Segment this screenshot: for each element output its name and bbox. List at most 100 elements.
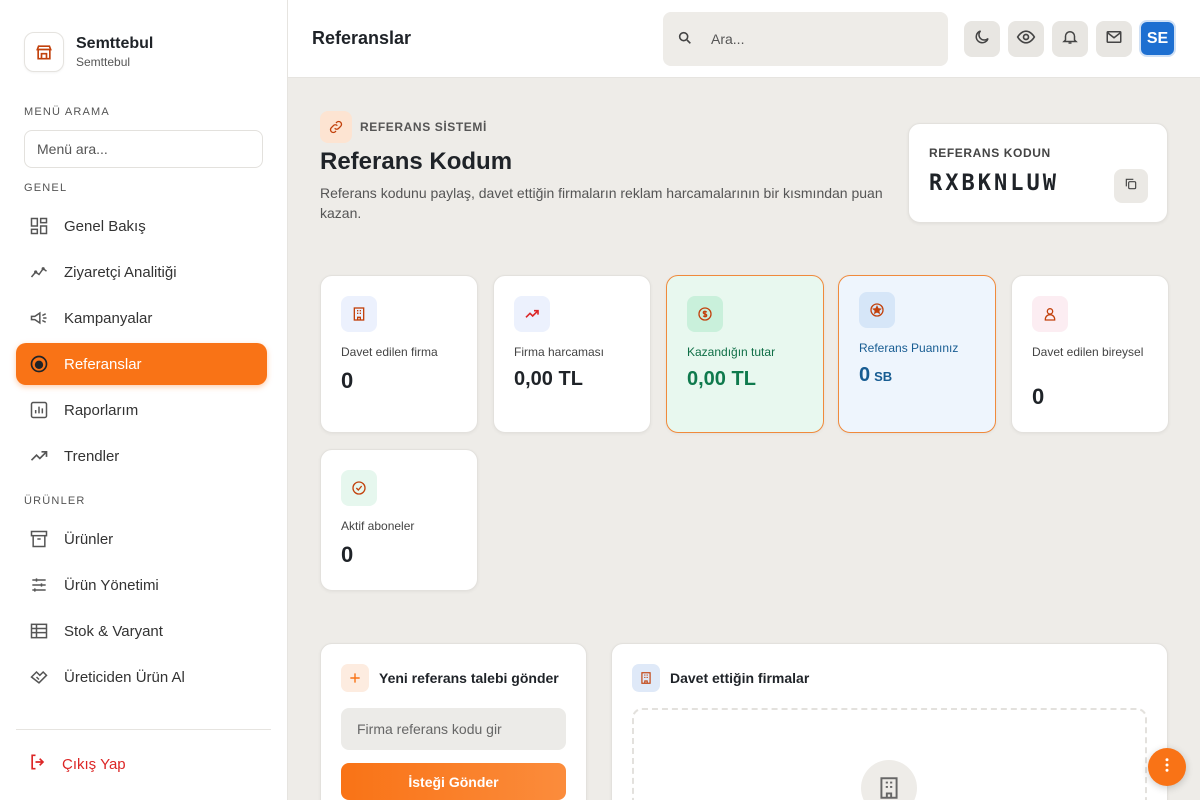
stat-label: Kazandığın tutar: [687, 345, 776, 359]
panel-title: Davet ettiğin firmalar: [670, 670, 810, 686]
trend-icon: [28, 445, 50, 467]
stat-label: Davet edilen bireysel: [1032, 345, 1144, 359]
sidebar-item-label: Stok & Varyant: [64, 622, 163, 640]
messages-button[interactable]: [1096, 21, 1132, 57]
logout-label: Çıkış Yap: [62, 755, 126, 773]
logout-button[interactable]: Çıkış Yap: [28, 752, 126, 776]
sidebar-item-ziyaretci-analitigi[interactable]: Ziyaretçi Analitiği: [16, 251, 267, 293]
panel-title: Yeni referans talebi gönder: [379, 670, 559, 686]
stat-card-invited-individuals: Davet edilen bireysel 0: [1011, 275, 1169, 433]
sidebar-item-referanslar[interactable]: Referanslar: [16, 343, 267, 385]
hero-badge: REFERANS SİSTEMİ: [320, 111, 487, 143]
sliders-icon: [28, 574, 50, 596]
sidebar: Semttebul Semttebul MENÜ ARAMA Menü ara.…: [0, 0, 288, 800]
building-icon: [341, 296, 377, 332]
stat-card-invited-firms: Davet edilen firma 0: [320, 275, 478, 433]
brand-subtitle: Semttebul: [76, 55, 131, 69]
stat-card-earned-amount: Kazandığın tutar 0,00 TL: [666, 275, 824, 433]
referral-code-card: REFERANS KODUN RXBKNLUW: [908, 123, 1168, 223]
store-icon: [24, 32, 64, 72]
stat-value-group: 0 SB: [859, 364, 892, 387]
stat-unit: SB: [874, 369, 893, 384]
stat-value: 0,00 TL: [687, 368, 756, 390]
user-icon: [1032, 296, 1068, 332]
bell-icon: [1061, 28, 1079, 51]
sidebar-item-label: Trendler: [64, 447, 120, 465]
sidebar-item-label: Ürünler: [64, 530, 114, 548]
building-icon: [632, 664, 660, 692]
section-label-products: ÜRÜNLER: [24, 495, 86, 507]
sidebar-item-label: Üreticiden Ürün Al: [64, 668, 185, 686]
section-label-general: GENEL: [24, 182, 68, 194]
sidebar-item-urunler[interactable]: Ürünler: [16, 518, 267, 560]
stat-card-referral-points: Referans Puanınız 0 SB: [838, 275, 996, 433]
brand[interactable]: Semttebul Semttebul: [24, 32, 153, 72]
sidebar-item-label: Referanslar: [64, 355, 142, 373]
building-icon: [861, 760, 917, 800]
copy-code-button[interactable]: [1114, 169, 1148, 203]
sidebar-divider: [16, 729, 271, 730]
stat-value: 0: [341, 368, 354, 393]
sidebar-item-raporlarim[interactable]: Raporlarım: [16, 389, 267, 431]
page-title: Referanslar: [312, 28, 412, 48]
top-header: Referanslar Ara... SE: [288, 0, 1200, 78]
search-placeholder: Ara...: [711, 31, 745, 47]
avatar[interactable]: SE: [1139, 20, 1176, 57]
sidebar-item-label: Kampanyalar: [64, 309, 153, 327]
moon-icon: [973, 28, 991, 51]
stat-label: Aktif aboneler: [341, 519, 415, 533]
stat-label: Referans Puanınız: [859, 341, 959, 355]
search-icon: [677, 30, 693, 49]
hero-description: Referans kodunu paylaş, davet ettiğin fi…: [320, 185, 883, 221]
hero-badge-text: REFERANS SİSTEMİ: [360, 120, 487, 134]
star-badge-icon: [859, 292, 895, 328]
sidebar-item-trendler[interactable]: Trendler: [16, 435, 267, 477]
stat-value: 0: [341, 542, 354, 567]
more-options-button[interactable]: [1148, 748, 1186, 786]
referral-code-value: RXBKNLUW: [929, 171, 1059, 196]
stat-label: Firma harcaması: [514, 345, 605, 359]
notifications-button[interactable]: [1052, 21, 1088, 57]
link-icon: [320, 111, 352, 143]
mail-icon: [1105, 28, 1123, 51]
sidebar-item-stok-varyant[interactable]: Stok & Varyant: [16, 610, 267, 652]
sidebar-item-kampanyalar[interactable]: Kampanyalar: [16, 297, 267, 339]
panel-header: Yeni referans talebi gönder: [341, 664, 559, 692]
dollar-coin-icon: [687, 296, 723, 332]
eye-icon: [1016, 27, 1036, 52]
hero-title: Referans Kodum: [320, 148, 513, 175]
stat-card-firm-spend: Firma harcaması 0,00 TL: [493, 275, 651, 433]
table-icon: [28, 620, 50, 642]
referral-icon: [28, 353, 50, 375]
menu-search-input[interactable]: Menü ara...: [24, 130, 263, 168]
visibility-button[interactable]: [1008, 21, 1044, 57]
send-request-button[interactable]: İsteği Gönder: [341, 763, 566, 800]
invited-firms-panel: Davet ettiğin firmalar: [611, 643, 1168, 800]
sidebar-item-ureticiden-urun-al[interactable]: Üreticiden Ürün Al: [16, 656, 267, 698]
analytics-icon: [28, 261, 50, 283]
sidebar-item-genel-bakis[interactable]: Genel Bakış: [16, 205, 267, 247]
copy-icon: [1124, 177, 1138, 196]
plus-icon: [341, 664, 369, 692]
stat-value: 0: [859, 364, 871, 386]
stat-value: 0,00 TL: [514, 368, 583, 390]
theme-toggle-button[interactable]: [964, 21, 1000, 57]
empty-state: [632, 708, 1147, 800]
sidebar-item-label: Genel Bakış: [64, 217, 146, 235]
sidebar-item-urun-yonetimi[interactable]: Ürün Yönetimi: [16, 564, 267, 606]
firm-referral-code-input[interactable]: Firma referans kodu gir: [341, 708, 566, 750]
sidebar-item-label: Ürün Yönetimi: [64, 576, 159, 594]
brand-name: Semttebul: [76, 35, 154, 52]
check-circle-icon: [341, 470, 377, 506]
report-icon: [28, 399, 50, 421]
megaphone-icon: [28, 307, 50, 329]
dashboard-icon: [28, 215, 50, 237]
logout-icon: [28, 752, 48, 776]
more-vertical-icon: [1158, 756, 1176, 779]
panel-header: Davet ettiğin firmalar: [632, 664, 809, 692]
sidebar-item-label: Ziyaretçi Analitiği: [64, 263, 177, 281]
stat-label: Davet edilen firma: [341, 345, 438, 359]
menu-search-label: MENÜ ARAMA: [24, 106, 110, 118]
handshake-icon: [28, 666, 50, 688]
search-input[interactable]: Ara...: [663, 12, 948, 66]
